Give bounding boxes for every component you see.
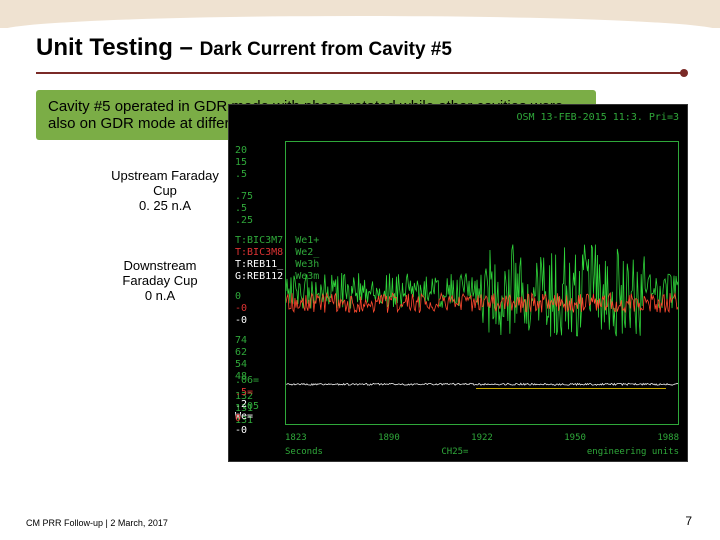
downstream-name: Downstream Faraday Cup	[100, 258, 220, 288]
downstream-label: Downstream Faraday Cup 0 n.A	[100, 258, 220, 303]
scope-plot-area	[285, 141, 679, 425]
title-sub: Dark Current from Cavity #5	[200, 39, 452, 60]
oscilloscope-panel: OSM 13-FEB-2015 11:3. Pri=3 20 15 .5 .75…	[228, 104, 688, 462]
title-separator: –	[173, 34, 200, 61]
decorative-top-band	[0, 0, 720, 28]
title-underline-dot	[680, 69, 688, 77]
upstream-value: 0. 25 n.A	[110, 198, 220, 213]
upstream-name: Upstream Faraday Cup	[110, 168, 220, 198]
downstream-value: 0 n.A	[100, 288, 220, 303]
scope-bottom-readout: -.05 0 -0	[235, 401, 259, 437]
scope-xlabel: Seconds CH25= engineering units	[285, 448, 679, 457]
scope-topbar: OSM 13-FEB-2015 11:3. Pri=3	[516, 113, 679, 123]
scope-xaxis-ticks: 1823 1890 1922 1950 1988	[285, 434, 679, 443]
title-main: Unit Testing	[36, 34, 173, 61]
page-title: Unit Testing – Dark Current from Cavity …	[36, 34, 452, 62]
scope-waveform	[286, 142, 678, 424]
title-underline	[36, 72, 684, 74]
yellow-marker-line	[476, 388, 666, 389]
footer-text: CM PRR Follow-up | 2 March, 2017	[26, 518, 168, 528]
scope-left-readout: 20 15 .5 .75 .5 .25	[235, 145, 253, 227]
upstream-label: Upstream Faraday Cup 0. 25 n.A	[110, 168, 220, 213]
page-number: 7	[685, 514, 692, 528]
